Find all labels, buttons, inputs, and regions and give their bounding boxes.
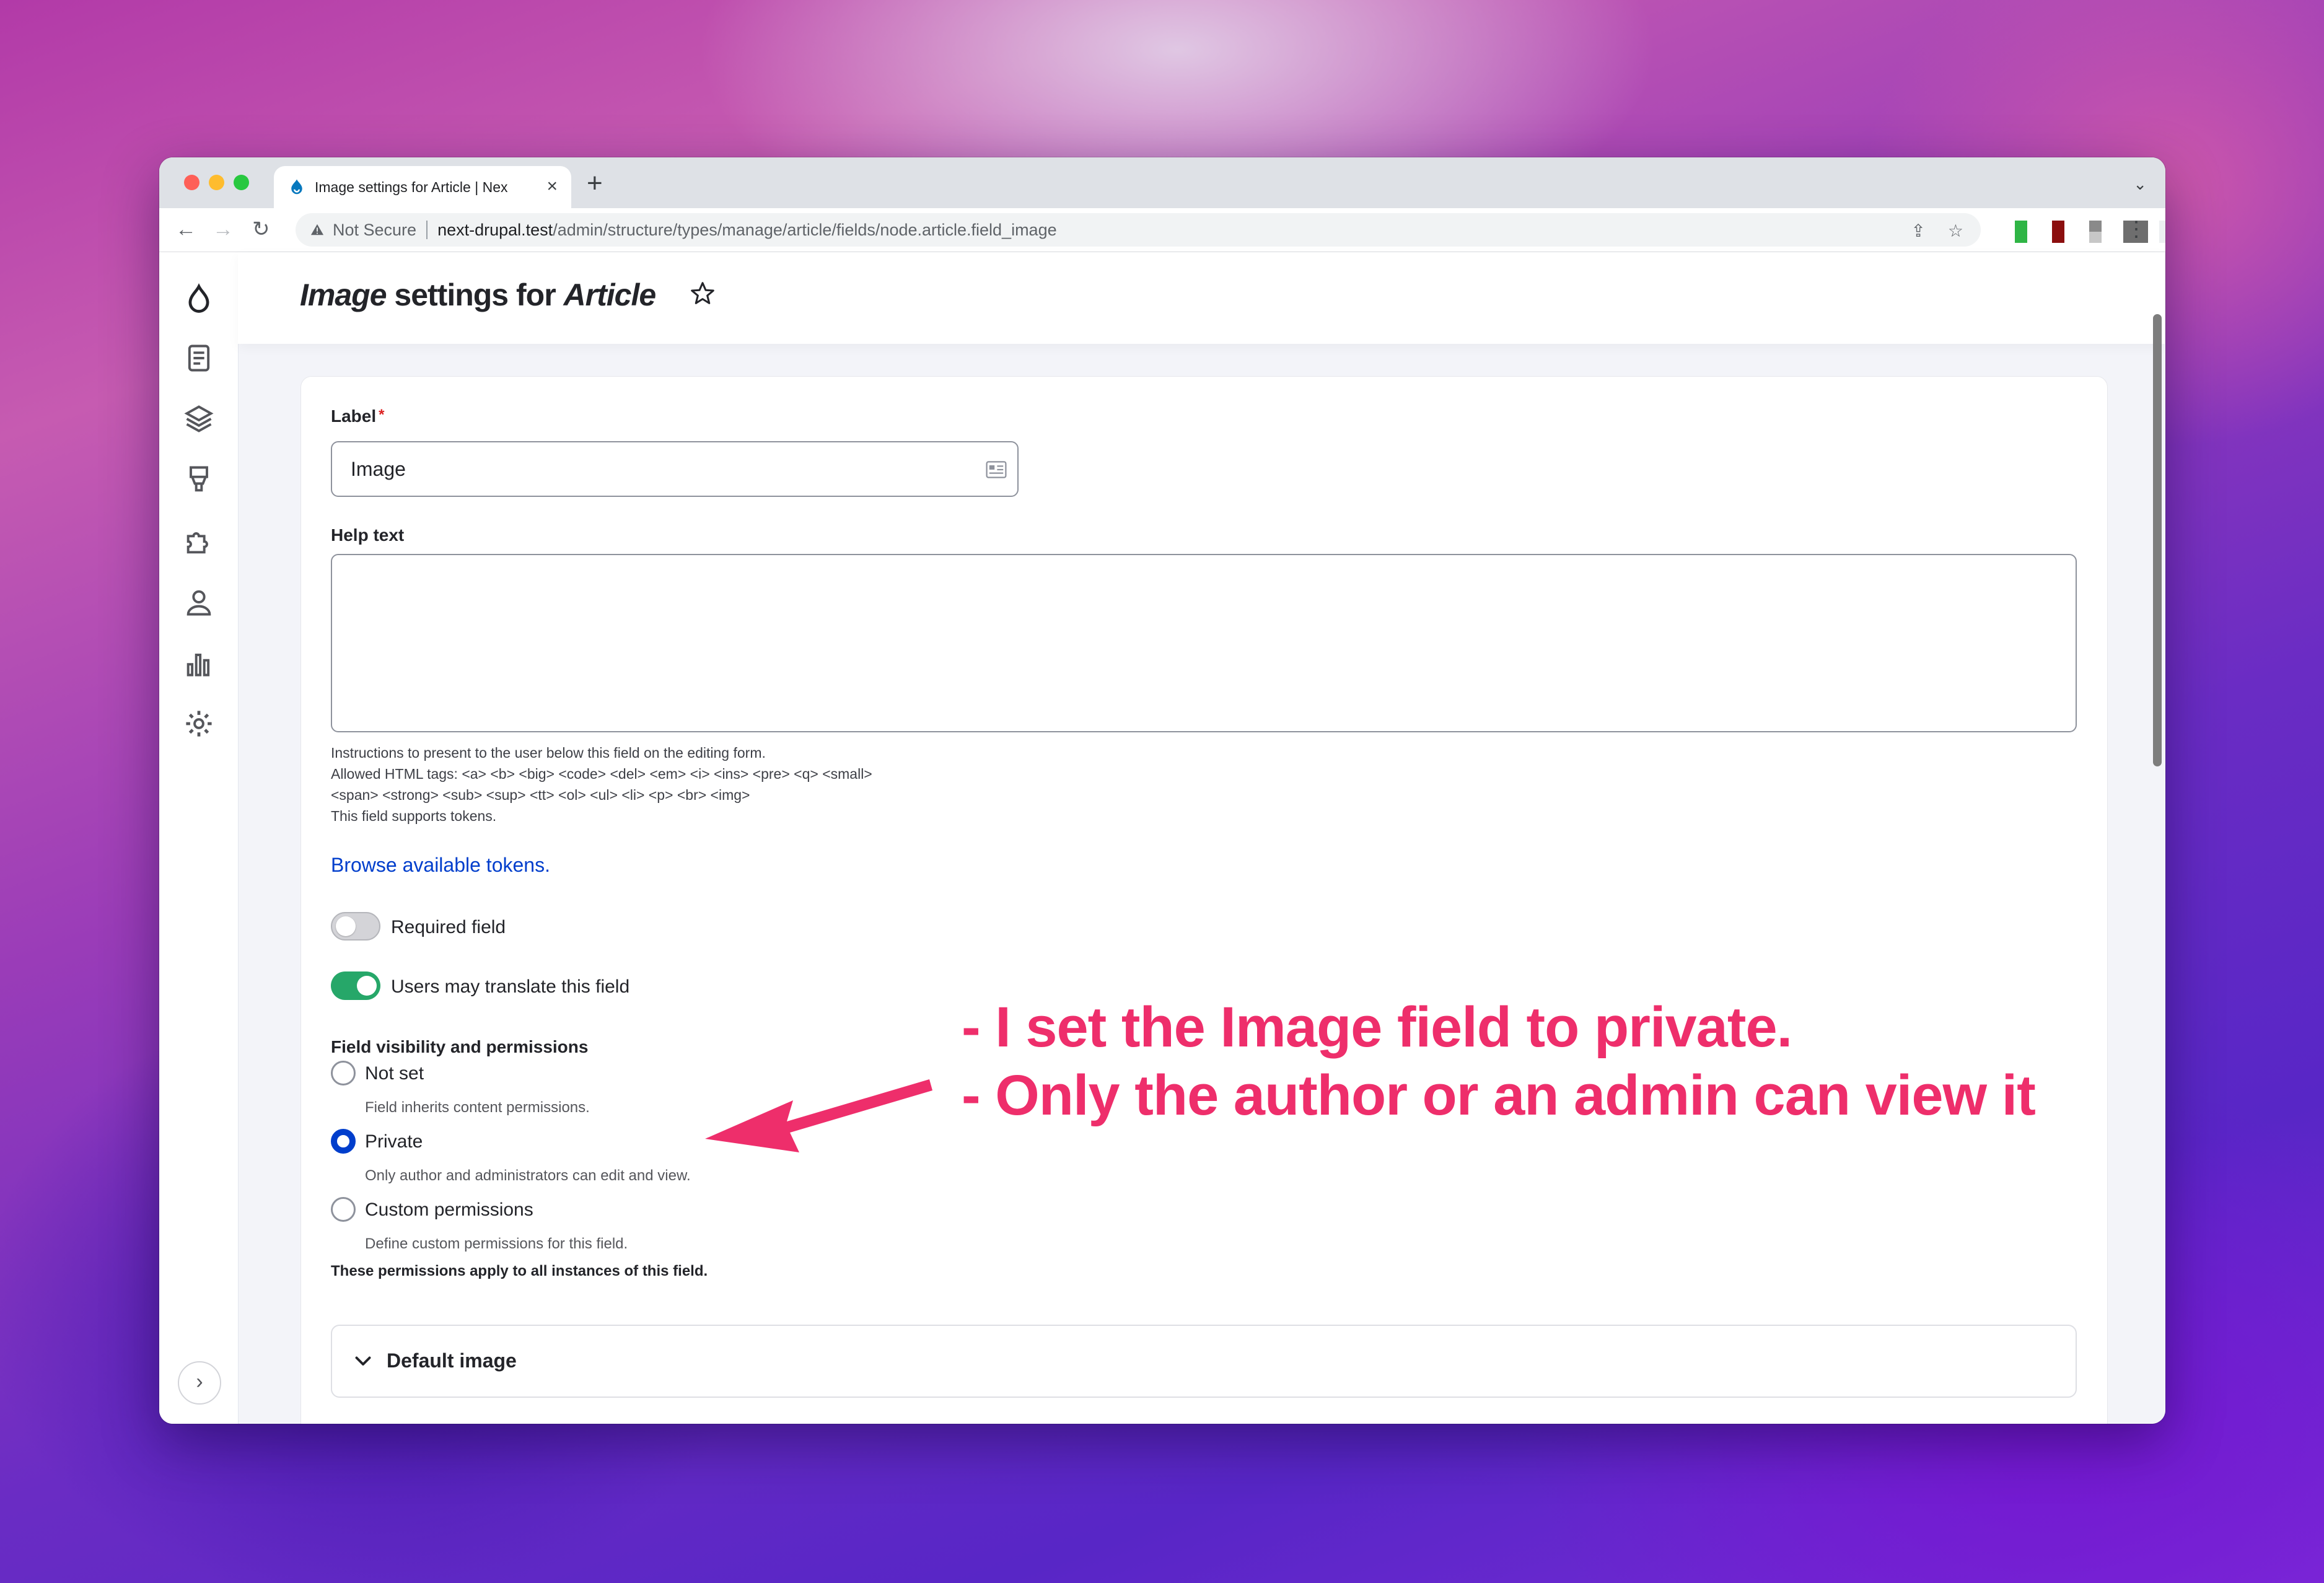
extension-icon-gray[interactable] (2089, 221, 2102, 243)
address-divider (426, 221, 428, 239)
content-icon[interactable] (183, 342, 215, 374)
translate-field-label: Users may translate this field (391, 976, 630, 997)
browse-tokens-link[interactable]: Browse available tokens. (331, 854, 550, 877)
reports-icon[interactable] (183, 647, 215, 679)
page-title: Image settings for Article (300, 278, 656, 312)
bookmark-star-icon[interactable]: ☆ (1948, 221, 1963, 241)
help-text-title: Help text (331, 525, 405, 545)
configuration-icon[interactable] (183, 708, 215, 740)
extension-icon-light[interactable] (2159, 221, 2165, 243)
extension-icon-green[interactable] (2015, 221, 2027, 243)
share-icon[interactable]: ⇪ (1911, 221, 1925, 241)
security-status[interactable]: Not Secure (333, 221, 416, 240)
radio-custom-permissions-description: Define custom permissions for this field… (365, 1235, 628, 1252)
radio-not-set[interactable] (331, 1061, 356, 1085)
page-header: Image settings for Article (238, 252, 2165, 344)
tab-search-chevron-icon[interactable]: ⌄ (2133, 175, 2147, 194)
tab-close-icon[interactable]: × (546, 177, 558, 196)
browser-menu-icon[interactable]: ⋮ (2126, 217, 2147, 242)
radio-not-set-label[interactable]: Not set (365, 1063, 424, 1084)
label-input[interactable] (331, 441, 1019, 497)
back-arrow-icon[interactable]: ← (175, 218, 196, 240)
drupal-favicon-icon (291, 179, 302, 195)
input-autofill-icon[interactable] (986, 461, 1007, 478)
maximize-window-button[interactable] (234, 175, 249, 190)
forward-arrow-icon[interactable]: → (213, 218, 234, 240)
appearance-icon[interactable] (183, 463, 215, 496)
url-host: next-drupal.test (437, 220, 553, 239)
chevron-down-icon (355, 1356, 371, 1366)
required-field-label: Required field (391, 917, 506, 937)
browser-window: Image settings for Article | Nex × + ⌄ ←… (159, 157, 2165, 1424)
extension-icon-red[interactable] (2052, 221, 2064, 243)
required-field-toggle[interactable] (331, 912, 380, 941)
radio-private[interactable] (331, 1129, 356, 1154)
minimize-window-button[interactable] (209, 175, 224, 190)
required-asterisk: * (379, 406, 385, 423)
reload-icon[interactable]: ↻ (252, 218, 270, 240)
address-bar[interactable]: Not Secure next-drupal.test/admin/struct… (296, 213, 1981, 247)
shortcut-star-icon[interactable] (688, 279, 717, 308)
drupal-admin-page: › Image settings for Article Label* Help… (159, 252, 2165, 1424)
annotation-line-2: - Only the author or an admin can view i… (962, 1064, 2036, 1127)
url-path: /admin/structure/types/manage/article/fi… (553, 220, 1057, 239)
translate-field-toggle[interactable] (331, 971, 380, 1000)
annotation-line-1: - I set the Image field to private. (962, 996, 1792, 1059)
help-text-textarea[interactable] (331, 554, 2077, 732)
browser-tab-active[interactable]: Image settings for Article | Nex × (274, 166, 571, 208)
structure-icon[interactable] (183, 403, 215, 435)
admin-sidebar: › (159, 252, 239, 1424)
drupal-logo-icon[interactable] (183, 283, 215, 315)
tab-title: Image settings for Article | Nex (315, 178, 508, 195)
radio-custom-permissions[interactable] (331, 1197, 356, 1222)
radio-private-label[interactable]: Private (365, 1131, 423, 1152)
radio-not-set-description: Field inherits content permissions. (365, 1099, 590, 1116)
annotation-arrow-icon (705, 1079, 932, 1152)
close-window-button[interactable] (184, 175, 200, 190)
extend-icon[interactable] (183, 525, 215, 558)
people-icon[interactable] (183, 586, 215, 618)
visibility-title: Field visibility and permissions (331, 1037, 589, 1056)
address-bar-actions: ⇪ ☆ (1911, 221, 1963, 241)
expand-sidebar-button[interactable]: › (178, 1361, 221, 1405)
help-text-description: Instructions to present to the user belo… (331, 745, 872, 824)
new-tab-button[interactable]: + (587, 170, 603, 197)
permissions-note: These permissions apply to all instances… (331, 1263, 708, 1279)
default-image-label: Default image (387, 1349, 517, 1372)
radio-custom-permissions-label[interactable]: Custom permissions (365, 1199, 533, 1221)
label-field-title: Label * (331, 406, 385, 426)
tab-strip: Image settings for Article | Nex × + ⌄ (159, 157, 2165, 208)
warning-icon (310, 224, 324, 235)
browser-toolbar: ← → ↻ Not Secure next-drupal.test/admin/… (159, 208, 2165, 252)
default-image-details[interactable]: Default image (331, 1325, 2077, 1398)
radio-private-description: Only author and administrators can edit … (365, 1167, 691, 1184)
page-scrollbar[interactable] (2153, 314, 2162, 766)
field-settings-form: Label* Help text Instructions to present… (300, 376, 2108, 1424)
